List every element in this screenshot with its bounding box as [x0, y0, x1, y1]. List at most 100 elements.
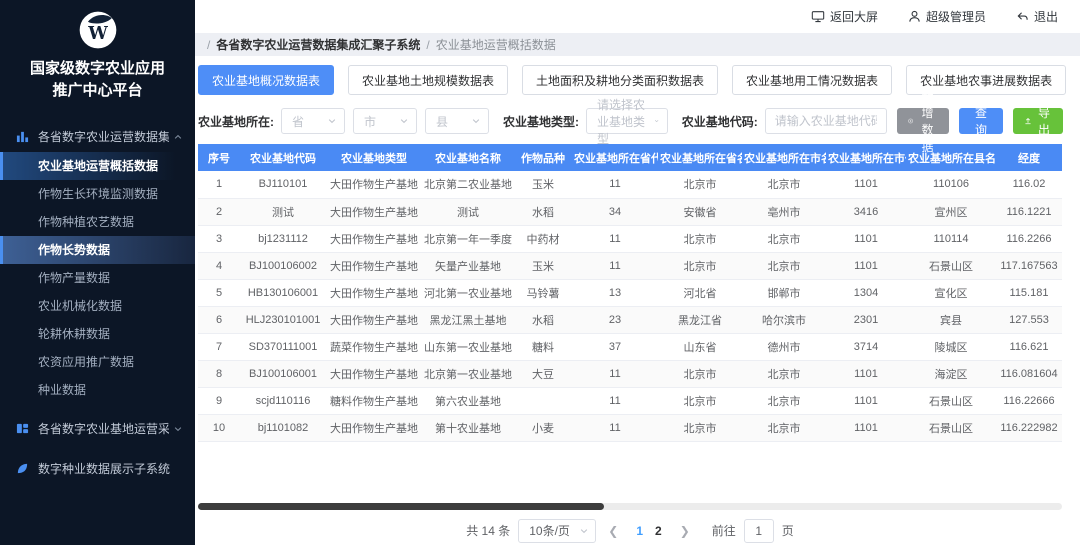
location-select[interactable]: 省 — [281, 108, 345, 134]
chevron-down-icon — [579, 526, 589, 536]
table-cell: 测试 — [422, 198, 514, 225]
table-cell: bj1101082 — [240, 414, 326, 441]
table-cell: 山东省 — [658, 333, 742, 360]
table-cell: 23 — [572, 306, 658, 333]
table-cell: 2 — [198, 198, 240, 225]
table-cell: 11 — [572, 387, 658, 414]
sidebar-group-0[interactable]: 各省数字农业运营数据集成汇聚子系统 — [0, 122, 195, 152]
table-cell: 2301 — [826, 306, 906, 333]
table-cell: 水稻 — [514, 198, 572, 225]
tab-1[interactable]: 农业基地土地规模数据表 — [348, 65, 508, 95]
table-row[interactable]: 4BJ100106002大田作物生产基地矢量产业基地玉米11北京市北京市1101… — [198, 252, 1062, 279]
sidebar-item[interactable]: 农业基地运营概括数据 — [0, 152, 195, 180]
goto-label: 前往 — [712, 522, 736, 539]
query-button[interactable]: 查询 — [959, 108, 1003, 134]
scrollbar-thumb[interactable] — [198, 503, 604, 510]
table-cell: 大田作物生产基地 — [326, 279, 422, 306]
page-size-select[interactable]: 10条/页 — [518, 519, 596, 543]
sidebar-item[interactable]: 作物种植农艺数据 — [0, 208, 195, 236]
svg-text:W: W — [87, 24, 108, 44]
table-cell: BJ100106001 — [240, 360, 326, 387]
table-cell: 石景山区 — [906, 252, 996, 279]
table-row[interactable]: 7SD370111001蔬菜作物生产基地山东第一农业基地糖料37山东省德州市37… — [198, 333, 1062, 360]
table-cell: 116.222982 — [996, 414, 1062, 441]
table-cell: 北京市 — [658, 387, 742, 414]
table-cell: 北京市 — [658, 252, 742, 279]
app-logo: W — [0, 0, 195, 52]
column-header: 经度 — [996, 144, 1062, 171]
table-row[interactable]: 10bj1101082大田作物生产基地第十农业基地小麦11北京市北京市1101石… — [198, 414, 1062, 441]
horizontal-scrollbar[interactable] — [198, 503, 1062, 510]
logout-button[interactable]: 退出 — [1016, 8, 1058, 25]
table-cell: 4 — [198, 252, 240, 279]
table-row[interactable]: 1BJ110101大田作物生产基地北京第二农业基地玉米11北京市北京市11011… — [198, 171, 1062, 198]
table-cell: 11 — [572, 360, 658, 387]
table-cell: 8 — [198, 360, 240, 387]
table-cell: 第十农业基地 — [422, 414, 514, 441]
sidebar-group-1[interactable]: 各省数字农业基地运营采集子系统 — [0, 414, 195, 444]
table-row[interactable]: 8BJ100106001大田作物生产基地北京第一农业基地大豆11北京市北京市11… — [198, 360, 1062, 387]
table-cell: bj1231112 — [240, 225, 326, 252]
table-cell: 13 — [572, 279, 658, 306]
user-menu[interactable]: 超级管理员 — [908, 8, 986, 25]
breadcrumb-separator: / — [207, 38, 210, 52]
return-big-screen-button[interactable]: 返回大屏 — [811, 8, 878, 25]
breadcrumb-item-current: 农业基地运营概括数据 — [436, 36, 556, 53]
table-cell: 1101 — [826, 171, 906, 198]
monitor-icon — [811, 10, 825, 23]
table-cell: 116.621 — [996, 333, 1062, 360]
location-select[interactable]: 市 — [353, 108, 417, 134]
filter-bar: 农业基地所在: 省市县 农业基地类型: 请选择农业基地类型 农业基地代码: 新增… — [198, 108, 1080, 134]
sidebar-item[interactable]: 农资应用推广数据 — [0, 348, 195, 376]
table-cell: 北京市 — [742, 225, 826, 252]
table-cell: BJ100106002 — [240, 252, 326, 279]
page-number-2[interactable]: 2 — [649, 524, 668, 538]
chevron-left-icon[interactable]: ❮ — [604, 524, 622, 538]
add-data-button[interactable]: 新增数据 — [897, 108, 949, 134]
table-row[interactable]: 2测试大田作物生产基地测试水稻34安徽省亳州市3416宣州区116.1221 — [198, 198, 1062, 225]
table-row[interactable]: 5HB130106001大田作物生产基地河北第一农业基地马铃薯13河北省邯郸市1… — [198, 279, 1062, 306]
base-type-select[interactable]: 请选择农业基地类型 — [586, 108, 668, 134]
code-filter-label: 农业基地代码: — [682, 113, 758, 130]
upload-icon — [1024, 115, 1032, 127]
table-cell: BJ110101 — [240, 171, 326, 198]
agriculture-logo-icon: W — [76, 8, 120, 52]
sidebar-item[interactable]: 作物长势数据 — [0, 236, 195, 264]
table-row[interactable]: 6HLJ230101001大田作物生产基地黑龙江黑土基地水稻23黑龙江省哈尔滨市… — [198, 306, 1062, 333]
sidebar-item[interactable]: 轮耕休耕数据 — [0, 320, 195, 348]
table-cell: 石景山区 — [906, 414, 996, 441]
page-number-1[interactable]: 1 — [630, 524, 649, 538]
table-cell: 大田作物生产基地 — [326, 198, 422, 225]
table-cell: 11 — [572, 414, 658, 441]
main-area: 返回大屏超级管理员退出 / 各省数字农业运营数据集成汇聚子系统 / 农业基地运营… — [195, 0, 1080, 545]
export-button[interactable]: 导出 — [1013, 108, 1063, 134]
table-cell: 宣州区 — [906, 198, 996, 225]
table-row[interactable]: 3bj1231112大田作物生产基地北京第一年一季度中药材11北京市北京市110… — [198, 225, 1062, 252]
sidebar-item[interactable]: 农业机械化数据 — [0, 292, 195, 320]
base-code-input[interactable] — [765, 108, 887, 134]
tab-3[interactable]: 农业基地用工情况数据表 — [732, 65, 892, 95]
app-window: W 国家级数字农业应用 推广中心平台 各省数字农业运营数据集成汇聚子系统农业基地… — [0, 0, 1080, 545]
sidebar-group-2[interactable]: 数字种业数据展示子系统 — [0, 454, 195, 484]
table-cell: 山东第一农业基地 — [422, 333, 514, 360]
tab-2[interactable]: 土地面积及耕地分类面积数据表 — [522, 65, 718, 95]
table-cell: 北京市 — [658, 360, 742, 387]
table-cell: 11 — [572, 171, 658, 198]
table-cell: 110114 — [906, 225, 996, 252]
sidebar-group-label: 数字种业数据展示子系统 — [38, 460, 183, 477]
table-cell: 1 — [198, 171, 240, 198]
table-cell: 37 — [572, 333, 658, 360]
location-select[interactable]: 县 — [425, 108, 489, 134]
chevron-right-icon[interactable]: ❯ — [676, 524, 694, 538]
breadcrumb-item-system[interactable]: 各省数字农业运营数据集成汇聚子系统 — [216, 36, 420, 53]
goto-page-input[interactable] — [744, 519, 774, 543]
sidebar-item[interactable]: 作物生长环境监测数据 — [0, 180, 195, 208]
table-cell: 1101 — [826, 225, 906, 252]
page-list: 12 — [630, 524, 667, 538]
table-cell: 水稻 — [514, 306, 572, 333]
table-row[interactable]: 9scjd110116糖料作物生产基地第六农业基地11北京市北京市1101石景山… — [198, 387, 1062, 414]
table-cell: 德州市 — [742, 333, 826, 360]
sidebar-item[interactable]: 种业数据 — [0, 376, 195, 404]
tab-0[interactable]: 农业基地概况数据表 — [198, 65, 334, 95]
sidebar-item[interactable]: 作物产量数据 — [0, 264, 195, 292]
